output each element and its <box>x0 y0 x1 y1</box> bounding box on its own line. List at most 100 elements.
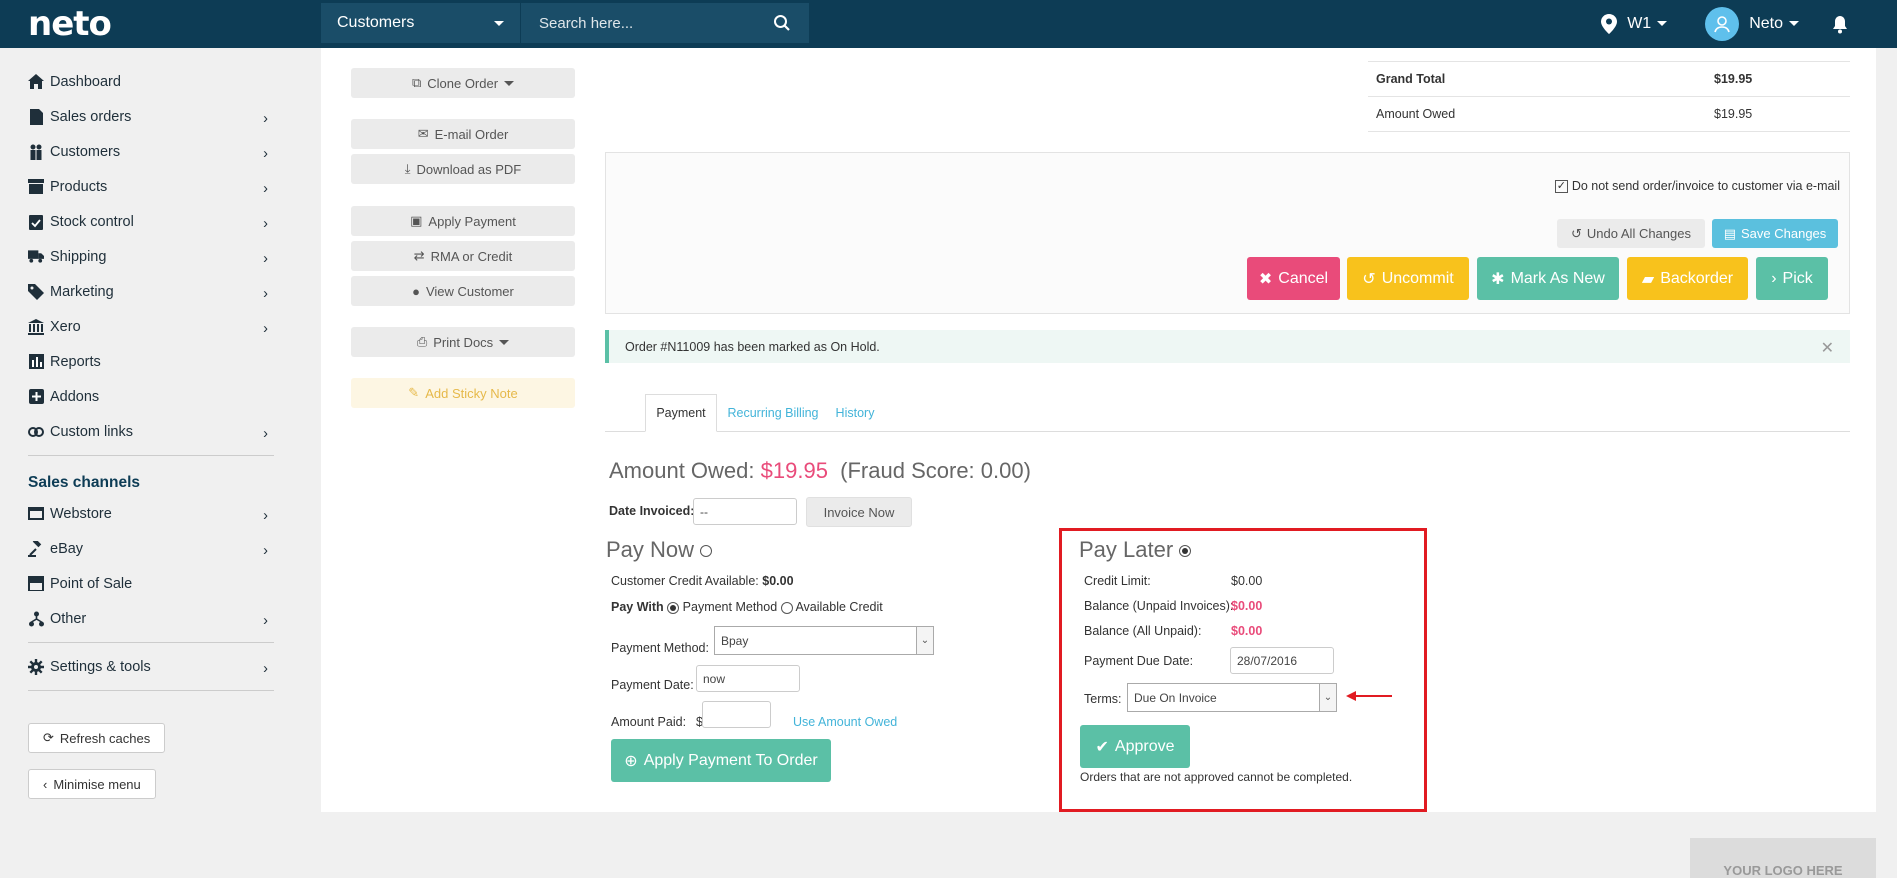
chevron-down-icon <box>1657 21 1668 27</box>
payment-date-field[interactable]: now <box>696 665 800 692</box>
divider <box>28 455 274 456</box>
store-icon <box>28 576 44 591</box>
undo-all-changes-button[interactable]: ↺ Undo All Changes <box>1557 219 1705 248</box>
save-icon: ▤ <box>1723 225 1736 241</box>
use-amount-owed-link[interactable]: Use Amount Owed <box>793 715 897 729</box>
date-invoiced-field[interactable]: -- <box>693 498 797 525</box>
mark-as-new-button[interactable]: ✱ Mark As New <box>1477 257 1619 300</box>
sidebar-item-label: Xero <box>50 318 81 335</box>
email-order-button[interactable]: ✉ E-mail Order <box>351 119 575 149</box>
do-not-send-checkbox[interactable]: ✓ Do not send order/invoice to customer v… <box>1554 179 1840 193</box>
pay-now-heading: Pay Now <box>606 537 713 563</box>
clone-order-button[interactable]: ⧉ Clone Order <box>351 68 575 98</box>
bell-icon[interactable] <box>1831 14 1849 34</box>
top-right-controls: W1 Neto <box>1601 0 1849 48</box>
sidebar-item-reports[interactable]: Reports <box>0 344 290 379</box>
sidebar-item-label: Webstore <box>50 505 112 522</box>
refresh-caches-button[interactable]: ⟳ Refresh caches <box>28 723 166 753</box>
undo-all-label: Undo All Changes <box>1586 226 1691 241</box>
tab-history[interactable]: History <box>827 394 883 432</box>
apply-payment-to-order-button[interactable]: ⊕ Apply Payment To Order <box>611 739 831 782</box>
chevron-right-icon: › <box>263 613 268 629</box>
alert-message: Order #N11009 has been marked as On Hold… <box>625 339 880 354</box>
sidebar-item-dashboard[interactable]: Dashboard <box>0 64 290 99</box>
sidebar-item-ebay[interactable]: eBay › <box>0 531 290 566</box>
user-name: Neto <box>1749 15 1783 32</box>
order-tabs: Payment Recurring Billing History <box>605 394 1850 432</box>
save-changes-button[interactable]: ▤ Save Changes <box>1712 219 1838 248</box>
payment-method-select[interactable]: Bpay ⌄ <box>714 626 934 655</box>
global-search: Customers Search here... <box>321 3 809 43</box>
backorder-button[interactable]: ▰ Backorder <box>1627 257 1748 300</box>
window-icon <box>28 507 44 520</box>
money-icon: ▣ <box>410 213 423 228</box>
add-sticky-note-button[interactable]: ✎ Add Sticky Note <box>351 378 575 408</box>
amount-owed-heading: Amount Owed: <box>609 458 755 483</box>
minimise-menu-button[interactable]: ‹ Minimise menu <box>28 769 156 799</box>
location-pin-icon <box>1601 14 1618 34</box>
amount-paid-field[interactable] <box>702 701 771 728</box>
asterisk-icon: ✱ <box>1491 270 1505 288</box>
sidebar-item-customers[interactable]: Customers › <box>0 134 290 169</box>
sidebar-item-products[interactable]: Products › <box>0 169 290 204</box>
pick-button[interactable]: › Pick <box>1756 257 1828 300</box>
totals-row-partial <box>1368 48 1850 62</box>
sidebar-item-webstore[interactable]: Webstore › <box>0 496 290 531</box>
location-selector[interactable]: W1 <box>1627 15 1668 33</box>
people-icon <box>30 144 42 160</box>
sidebar-item-addons[interactable]: Addons <box>0 379 290 414</box>
sidebar-item-xero[interactable]: Xero › <box>0 309 290 344</box>
clone-icon: ⧉ <box>411 75 422 90</box>
sidebar-item-label: Stock control <box>50 213 134 230</box>
avatar[interactable] <box>1705 7 1740 41</box>
sidebar-item-label: Customers <box>50 143 121 160</box>
top-bar: neto Customers Search here... W1 Neto <box>0 0 1897 48</box>
print-docs-button[interactable]: ⎙ Print Docs <box>351 327 575 357</box>
sidebar-item-other[interactable]: Other › <box>0 601 290 636</box>
order-actions-box: ✓ Do not send order/invoice to customer v… <box>605 152 1850 314</box>
sidebar-item-label: eBay <box>50 540 84 557</box>
payment-method-value: Bpay <box>721 633 749 648</box>
sidebar-item-sales-orders[interactable]: Sales orders › <box>0 99 290 134</box>
search-scope-select[interactable]: Customers <box>321 3 521 43</box>
pay-now-radio[interactable] <box>700 545 713 558</box>
customer-credit-value: $0.00 <box>762 574 794 588</box>
apply-payment-button[interactable]: ▣ Apply Payment <box>351 206 575 236</box>
chevron-down-icon: ⌄ <box>916 627 933 654</box>
sidebar-item-shipping[interactable]: Shipping › <box>0 239 290 274</box>
sidebar-item-label: Products <box>50 178 108 195</box>
link-icon <box>28 426 44 437</box>
sidebar-item-label: Addons <box>50 388 100 405</box>
sidebar-item-custom-links[interactable]: Custom links › <box>0 414 290 449</box>
tab-recurring-billing[interactable]: Recurring Billing <box>723 394 823 432</box>
sidebar-item-point-of-sale[interactable]: Point of Sale <box>0 566 290 601</box>
uncommit-button[interactable]: ↺ Uncommit <box>1347 257 1469 300</box>
search-icon[interactable] <box>773 14 791 32</box>
add-sticky-note-label: Add Sticky Note <box>425 385 518 401</box>
search-input[interactable]: Search here... <box>521 3 809 43</box>
sidebar-item-settings[interactable]: Settings & tools › <box>0 649 290 684</box>
download-pdf-button[interactable]: ⤓ Download as PDF <box>351 154 575 184</box>
rma-credit-button[interactable]: ⇄ RMA or Credit <box>351 241 575 271</box>
download-icon: ⤓ <box>404 161 411 176</box>
user-menu[interactable]: Neto <box>1749 15 1799 33</box>
neto-logo[interactable]: neto <box>28 4 112 44</box>
truck-icon <box>28 250 44 263</box>
undo-icon: ↺ <box>1571 225 1582 241</box>
tab-payment[interactable]: Payment <box>645 394 717 432</box>
invoice-now-button[interactable]: Invoice Now <box>806 497 912 527</box>
view-customer-button[interactable]: ● View Customer <box>351 276 575 306</box>
cancel-button[interactable]: ✖ Cancel <box>1247 257 1340 300</box>
payment-method-radio[interactable] <box>667 601 680 614</box>
chevron-right-icon: › <box>263 543 268 559</box>
sidebar-item-label: Dashboard <box>50 73 121 90</box>
close-icon: ✖ <box>1258 270 1273 288</box>
sidebar-item-stock-control[interactable]: Stock control › <box>0 204 290 239</box>
bank-icon <box>28 318 44 335</box>
close-icon[interactable]: ✕ <box>1821 338 1834 358</box>
home-icon <box>28 74 44 89</box>
sidebar-item-marketing[interactable]: Marketing › <box>0 274 290 309</box>
bar-chart-icon <box>28 354 44 369</box>
print-docs-label: Print Docs <box>433 334 494 350</box>
available-credit-radio[interactable] <box>780 601 793 614</box>
